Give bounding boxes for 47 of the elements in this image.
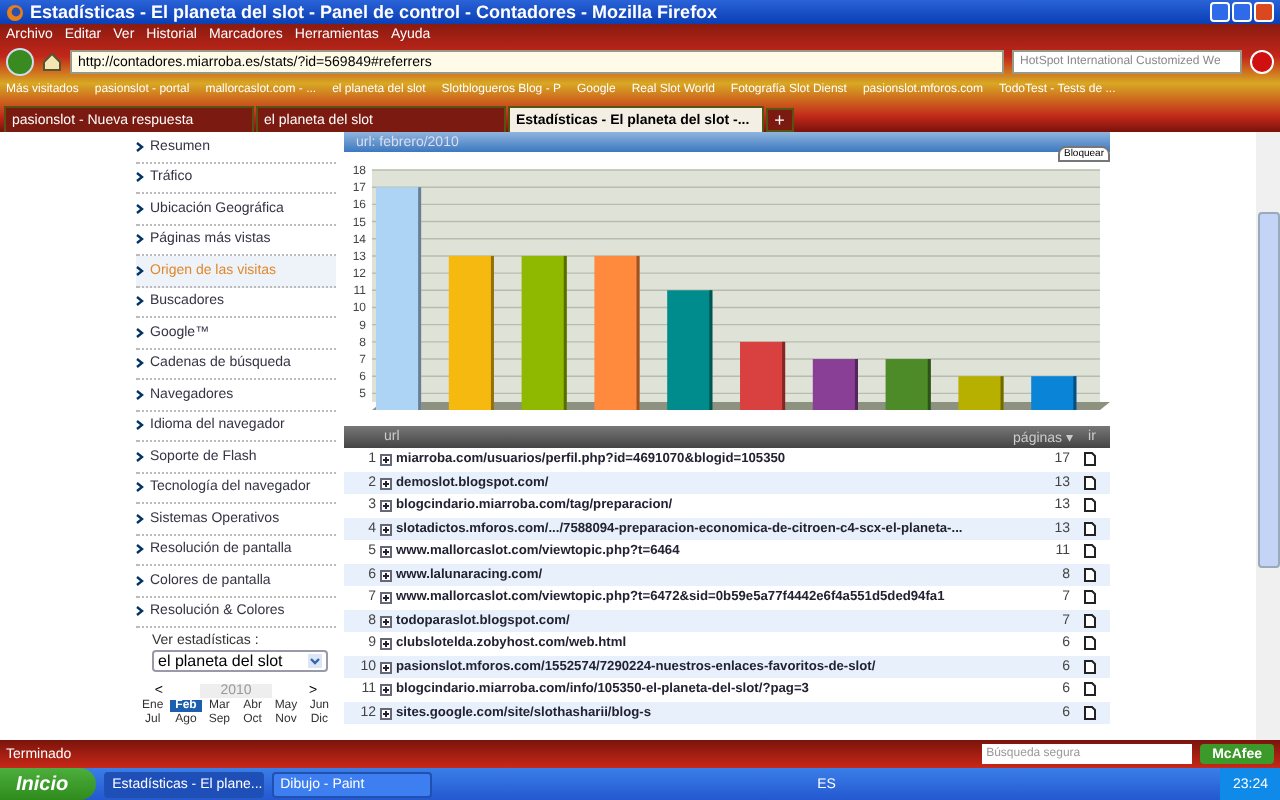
expand-icon[interactable] [380,523,392,536]
window-title: Estadísticas - El planeta del slot - Panel de control - Contadores - Mozilla Firefox [30,2,718,22]
expand-icon[interactable] [380,707,392,720]
maximize-button[interactable] [1232,2,1252,22]
chevron-icon [136,575,144,586]
minimize-button[interactable] [1210,2,1230,22]
chevron-icon [136,358,144,369]
close-button[interactable] [1254,2,1274,22]
expand-icon[interactable] [380,569,392,582]
dropdown-arrow-icon[interactable] [308,654,322,668]
chevron-icon [136,482,144,493]
chevron-icon [136,389,144,400]
chevron-icon [136,172,144,183]
bar-edge [782,341,786,410]
expand-icon[interactable] [380,546,392,559]
chevron-icon [136,513,144,524]
expand-icon[interactable] [380,638,392,651]
chevron-icon [136,203,144,214]
expand-icon[interactable] [380,684,392,697]
bar-edge [1073,376,1077,410]
stop-sign-icon[interactable] [1250,50,1274,74]
expand-icon[interactable] [380,592,392,605]
chevron-icon [136,265,144,276]
expand-icon[interactable] [380,454,392,467]
bar-edge [927,359,931,410]
expand-icon[interactable] [380,477,392,490]
bar-edge [1000,376,1004,410]
chevron-icon [136,544,144,555]
expand-icon[interactable] [380,500,392,513]
start-button[interactable]: Inicio [0,768,97,800]
bar-edge [854,359,858,410]
bar-edge [709,290,713,410]
chevron-icon [136,234,144,245]
chevron-icon [136,420,144,431]
chevron-icon [136,451,144,462]
chevron-icon [136,141,144,152]
chevron-icon [136,296,144,307]
new-tab-button[interactable]: + [765,108,794,132]
site-dropdown[interactable]: el planeta del slot [152,650,328,672]
expand-icon[interactable] [380,615,392,628]
chevron-icon [136,327,144,338]
expand-icon[interactable] [380,661,392,674]
home-icon[interactable] [42,52,62,72]
browser-logo-icon [6,3,24,21]
chevron-icon [136,606,144,617]
scrollbar[interactable] [1256,132,1280,740]
back-button[interactable] [6,48,34,76]
